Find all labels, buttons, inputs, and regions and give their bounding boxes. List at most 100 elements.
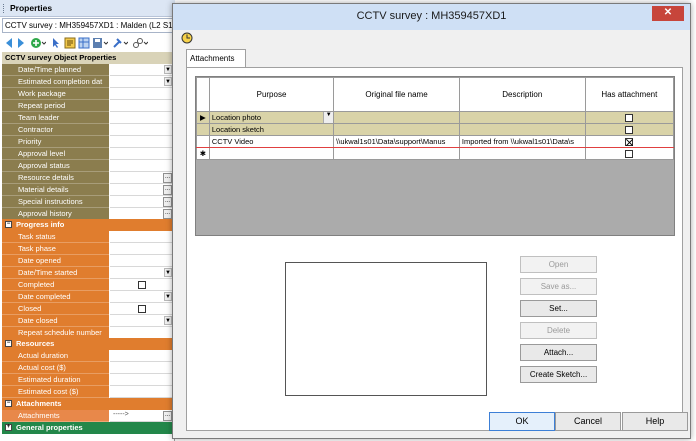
description-cell[interactable]: Imported from \\ukwal1s01\Data\s xyxy=(458,135,586,148)
property-row[interactable]: Closed xyxy=(2,303,173,315)
column-header[interactable]: Purpose xyxy=(208,77,335,112)
property-value[interactable]: -----> ... xyxy=(110,410,173,422)
has-attachment-checkbox[interactable] xyxy=(625,114,634,122)
has-attachment-cell[interactable] xyxy=(584,147,675,160)
delete-button[interactable]: Delete xyxy=(520,322,597,339)
has-attachment-checkbox[interactable] xyxy=(625,126,634,134)
purpose-cell[interactable]: Location sketch xyxy=(208,123,335,136)
ellipsis-button[interactable]: ... xyxy=(163,173,172,183)
property-value[interactable] xyxy=(110,124,173,136)
property-row-attachments[interactable]: Attachments -----> ... xyxy=(2,410,173,422)
collapse-icon[interactable]: − xyxy=(5,221,12,228)
close-button[interactable]: ✕ xyxy=(652,6,684,21)
property-row[interactable]: Task phase xyxy=(2,243,173,255)
property-row[interactable]: Date/Time started ▼ xyxy=(2,267,173,279)
property-value[interactable] xyxy=(110,88,173,100)
property-row[interactable]: Repeat period xyxy=(2,100,173,112)
property-value[interactable]: ... xyxy=(110,172,173,184)
property-value[interactable] xyxy=(110,100,173,112)
checkbox[interactable] xyxy=(138,281,146,289)
ellipsis-button[interactable]: ... xyxy=(163,185,172,195)
tab-attachments[interactable]: Attachments xyxy=(186,49,246,67)
property-value[interactable] xyxy=(110,303,173,315)
description-cell[interactable] xyxy=(458,147,586,160)
set-button[interactable]: Set... xyxy=(520,300,597,317)
expand-icon[interactable]: + xyxy=(5,424,12,431)
dropdown-arrow-icon[interactable]: ▼ xyxy=(164,316,172,325)
property-value[interactable]: ▼ xyxy=(110,76,173,88)
collapse-icon[interactable]: − xyxy=(5,340,12,347)
file-name-cell[interactable]: \\ukwal1s01\Data\support\Manus xyxy=(333,135,460,148)
cancel-button[interactable]: Cancel xyxy=(555,412,621,431)
column-header[interactable]: Original file name xyxy=(333,77,460,112)
property-value[interactable]: ▼ xyxy=(110,291,173,303)
save-as-button[interactable]: Save as... xyxy=(520,278,597,295)
property-row[interactable]: Date/Time planned ▼ xyxy=(2,64,173,76)
link-dropdown-icon[interactable] xyxy=(132,37,148,49)
open-button[interactable]: Open xyxy=(520,256,597,273)
ellipsis-button[interactable]: ... xyxy=(163,411,172,421)
table-row[interactable]: ✱ xyxy=(196,147,675,160)
property-value[interactable]: ▼ xyxy=(110,267,173,279)
create-sketch-button[interactable]: Create Sketch... xyxy=(520,366,597,383)
property-row[interactable]: Estimated cost ($) xyxy=(2,386,173,398)
property-row[interactable]: Contractor xyxy=(2,124,173,136)
property-value[interactable] xyxy=(110,231,173,243)
category-progress-info[interactable]: − Progress info xyxy=(2,219,173,231)
grip-icon[interactable] xyxy=(3,4,5,13)
has-attachment-checkbox[interactable] xyxy=(625,138,634,146)
has-attachment-cell[interactable] xyxy=(584,111,675,124)
property-row[interactable]: Actual cost ($) xyxy=(2,362,173,374)
property-value[interactable] xyxy=(110,112,173,124)
column-header[interactable]: Has attachment xyxy=(584,77,675,112)
category-attachments[interactable]: − Attachments xyxy=(2,398,173,410)
properties-icon[interactable] xyxy=(64,37,76,49)
column-header[interactable]: Description xyxy=(458,77,586,112)
property-row[interactable]: Special instructions... xyxy=(2,196,173,208)
property-row[interactable]: Date closed ▼ xyxy=(2,315,173,327)
dropdown-arrow-icon[interactable]: ▼ xyxy=(323,112,333,123)
table-row[interactable]: Location sketch xyxy=(196,123,675,136)
property-row[interactable]: Date completed ▼ xyxy=(2,291,173,303)
property-value[interactable] xyxy=(110,136,173,148)
category-general-properties[interactable]: + General properties xyxy=(2,422,173,434)
property-value[interactable] xyxy=(110,160,173,172)
property-row[interactable]: Priority xyxy=(2,136,173,148)
file-name-cell[interactable] xyxy=(333,123,460,136)
property-row[interactable]: Material details... xyxy=(2,184,173,196)
object-selector[interactable]: CCTV survey : MH359457XD1 : Malden (L2 S… xyxy=(2,18,173,33)
back-arrow-icon[interactable] xyxy=(4,37,14,49)
grid-view-icon[interactable] xyxy=(78,37,90,49)
dropdown-arrow-icon[interactable]: ▼ xyxy=(164,77,172,86)
property-row[interactable]: Approval level xyxy=(2,148,173,160)
property-row[interactable]: Work package xyxy=(2,88,173,100)
help-button[interactable]: Help xyxy=(622,412,688,431)
property-row[interactable]: Team leader xyxy=(2,112,173,124)
ellipsis-button[interactable]: ... xyxy=(163,209,172,219)
ok-button[interactable]: OK xyxy=(489,412,555,431)
property-value[interactable]: ▼ xyxy=(110,64,173,76)
file-name-cell[interactable] xyxy=(333,111,460,124)
property-value[interactable] xyxy=(110,148,173,160)
property-row[interactable]: Estimated duration xyxy=(2,374,173,386)
has-attachment-checkbox[interactable] xyxy=(625,150,634,158)
has-attachment-cell[interactable] xyxy=(584,123,675,136)
property-value[interactable] xyxy=(110,374,173,386)
property-row[interactable]: Actual duration xyxy=(2,350,173,362)
property-row[interactable]: Completed xyxy=(2,279,173,291)
property-value[interactable] xyxy=(110,362,173,374)
attach-button[interactable]: Attach... xyxy=(520,344,597,361)
table-row[interactable]: ▶ Location photo ▼ xyxy=(196,111,675,124)
add-green-icon[interactable] xyxy=(30,37,46,49)
dropdown-arrow-icon[interactable]: ▼ xyxy=(164,65,172,74)
collapse-icon[interactable]: − xyxy=(5,400,12,407)
description-cell[interactable] xyxy=(458,111,586,124)
property-row[interactable]: Task status xyxy=(2,231,173,243)
property-value[interactable] xyxy=(110,243,173,255)
category-resources[interactable]: − Resources xyxy=(2,338,173,350)
purpose-cell[interactable]: CCTV Video xyxy=(208,135,335,148)
property-row[interactable]: Approval status xyxy=(2,160,173,172)
purpose-cell[interactable] xyxy=(208,147,335,160)
save-dropdown-icon[interactable] xyxy=(92,37,108,49)
property-value[interactable] xyxy=(110,350,173,362)
